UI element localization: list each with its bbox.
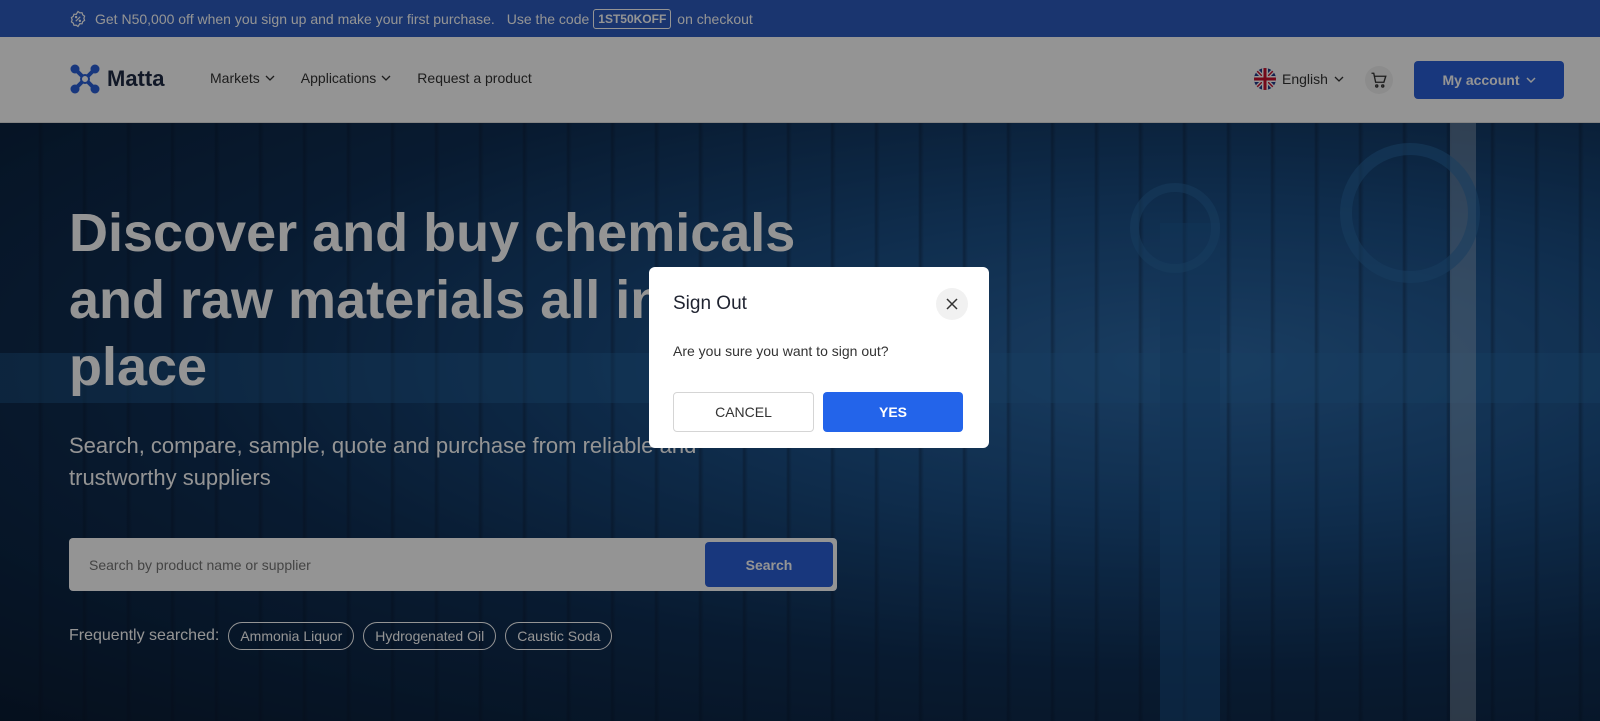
sign-out-dialog: Sign Out Are you sure you want to sign o… [649, 267, 989, 448]
dialog-title: Sign Out [673, 293, 747, 314]
close-icon [946, 298, 958, 310]
close-button[interactable] [936, 288, 968, 320]
dialog-message: Are you sure you want to sign out? [673, 343, 889, 359]
cancel-button[interactable]: CANCEL [673, 392, 814, 432]
confirm-sign-out-button[interactable]: YES [823, 392, 963, 432]
